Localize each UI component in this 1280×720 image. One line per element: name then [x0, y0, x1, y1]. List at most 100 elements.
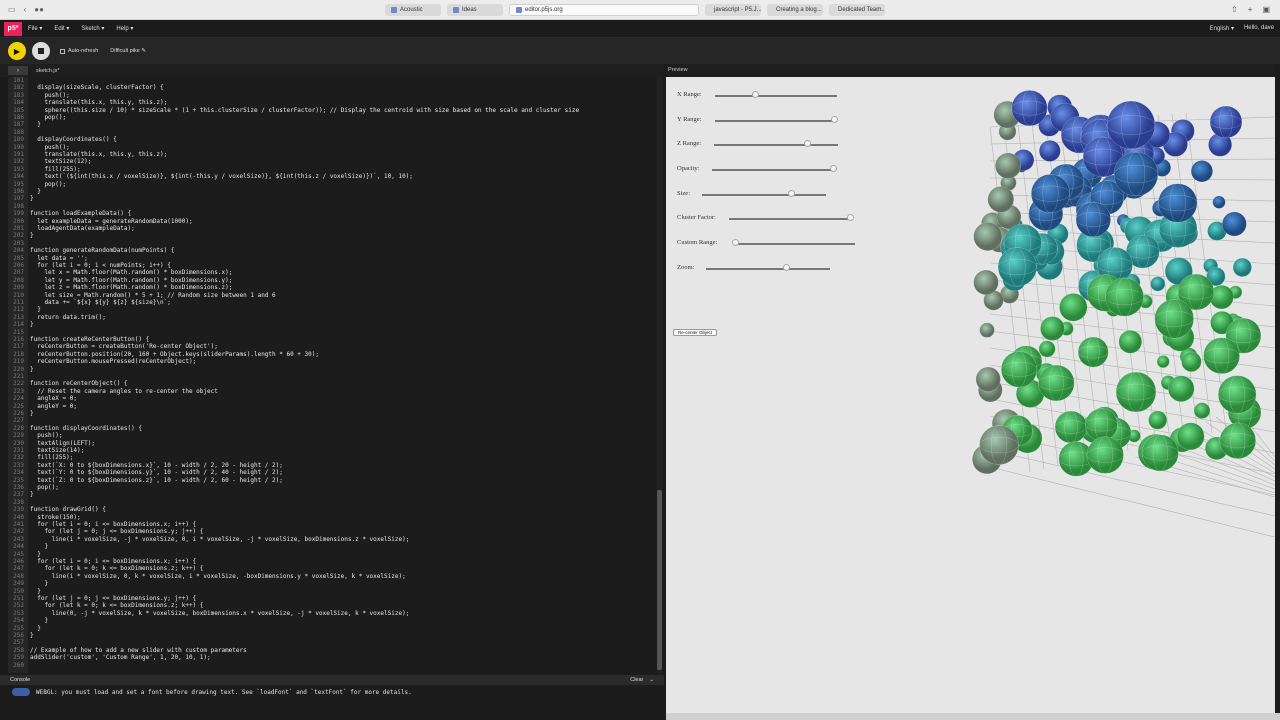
- code-line[interactable]: 208 let y = Math.floor(Math.random() * b…: [8, 277, 656, 284]
- code-line[interactable]: 211 data += `${x} ${y} ${z} ${size}\n`;: [8, 299, 656, 306]
- code-line[interactable]: 221: [8, 373, 656, 380]
- collapse-sidebar-button[interactable]: ›: [8, 66, 28, 75]
- stop-button[interactable]: [32, 42, 50, 60]
- console-clear-button[interactable]: Clear: [630, 677, 643, 683]
- code-line[interactable]: 244 }: [8, 543, 656, 550]
- code-line[interactable]: 258 // Example of how to add a new slider…: [8, 647, 656, 654]
- slider-thumb[interactable]: [787, 190, 795, 197]
- editor-scrollbar-thumb[interactable]: [657, 490, 662, 670]
- slider-track[interactable]: [714, 144, 838, 146]
- code-line[interactable]: 186 pop();: [8, 114, 656, 121]
- code-line[interactable]: 246 for (let i = 0; i <= boxDimensions.x…: [8, 558, 656, 565]
- code-line[interactable]: 213 return data.trim();: [8, 314, 656, 321]
- code-line[interactable]: 232 fill(255);: [8, 454, 656, 461]
- play-button[interactable]: ▶: [8, 42, 26, 60]
- code-line[interactable]: 192 textSize(12);: [8, 158, 656, 165]
- code-line[interactable]: 200 let exampleData = generateRandomData…: [8, 218, 656, 225]
- code-line[interactable]: 241 for (let i = 0; i <= boxDimensions.x…: [8, 521, 656, 528]
- file-tab-sketch[interactable]: sketch.js*: [36, 68, 60, 74]
- code-line[interactable]: 220}: [8, 366, 656, 373]
- language-select[interactable]: English ▾: [1210, 25, 1234, 32]
- auto-refresh-checkbox[interactable]: [60, 48, 65, 54]
- slider-thumb[interactable]: [731, 239, 739, 246]
- code-line[interactable]: 189 displayCoordinates() {: [8, 136, 656, 143]
- code-line[interactable]: 227: [8, 417, 656, 424]
- code-line[interactable]: 229 push();: [8, 432, 656, 439]
- code-line[interactable]: 260: [8, 662, 656, 669]
- code-line[interactable]: 194 text(`(${int(this.x / voxelSize)}, $…: [8, 173, 656, 180]
- code-line[interactable]: 216 function createReCenterButton() {: [8, 336, 656, 343]
- code-line[interactable]: 218 reCenterButton.position(20, 160 + Ob…: [8, 351, 656, 358]
- code-line[interactable]: 182 display(sizeScale, clusterFactor) {: [8, 84, 656, 91]
- slider-thumb[interactable]: [847, 214, 855, 221]
- code-line[interactable]: 201 loadAgentData(exampleData);: [8, 225, 656, 232]
- code-line[interactable]: 249 }: [8, 580, 656, 587]
- code-line[interactable]: 210 let size = Math.random() * 5 + 1; //…: [8, 292, 656, 299]
- code-line[interactable]: 209 let z = Math.floor(Math.random() * b…: [8, 284, 656, 291]
- browser-tab[interactable]: Acoustic: [385, 3, 441, 16]
- sidebar-icon[interactable]: ▭: [8, 5, 16, 14]
- code-line[interactable]: 230 textAlign(LEFT);: [8, 440, 656, 447]
- code-line[interactable]: 183 push();: [8, 92, 656, 99]
- code-line[interactable]: 217 reCenterButton = createButton('Re-ce…: [8, 343, 656, 350]
- tab-overview-icon[interactable]: ●●: [34, 5, 44, 14]
- code-line[interactable]: 212 }: [8, 306, 656, 313]
- tabs-icon[interactable]: ▣: [1262, 5, 1270, 14]
- browser-tab[interactable]: javascript - P5.J...: [705, 3, 761, 16]
- code-line[interactable]: 199 function loadExampleData() {: [8, 210, 656, 217]
- code-line[interactable]: 234 text(`Y: 0 to ${boxDimensions.y}`, 1…: [8, 469, 656, 476]
- code-line[interactable]: 251 for (let j = 0; j <= boxDimensions.y…: [8, 595, 656, 602]
- menu-sketch[interactable]: Sketch ▾: [81, 25, 104, 32]
- slider-track[interactable]: [715, 95, 837, 97]
- recenter-object-button[interactable]: Re-center Object: [673, 329, 717, 336]
- code-line[interactable]: 247 for (let k = 0; k <= boxDimensions.z…: [8, 565, 656, 572]
- code-line[interactable]: 225 angleY = 0;: [8, 403, 656, 410]
- code-line[interactable]: 231 textSize(14);: [8, 447, 656, 454]
- code-line[interactable]: 197}: [8, 195, 656, 202]
- code-line[interactable]: 207 let x = Math.floor(Math.random() * b…: [8, 269, 656, 276]
- chevron-down-icon[interactable]: ⌄: [649, 677, 654, 683]
- code-line[interactable]: 196 }: [8, 188, 656, 195]
- code-line[interactable]: 215: [8, 329, 656, 336]
- code-line[interactable]: 181: [8, 77, 656, 84]
- slider-track[interactable]: [729, 218, 853, 220]
- menu-file[interactable]: File ▾: [28, 25, 42, 32]
- code-line[interactable]: 255 }: [8, 625, 656, 632]
- code-line[interactable]: 187 }: [8, 121, 656, 128]
- code-line[interactable]: 191 translate(this.x, this.y, this.z);: [8, 151, 656, 158]
- code-line[interactable]: 219 reCenterButton.mousePressed(reCenter…: [8, 358, 656, 365]
- p5-logo[interactable]: p5*: [4, 21, 22, 36]
- code-line[interactable]: 245 }: [8, 551, 656, 558]
- code-line[interactable]: 224 angleX = 0;: [8, 395, 656, 402]
- code-line[interactable]: 243 line(i * voxelSize, -j * voxelSize, …: [8, 536, 656, 543]
- code-line[interactable]: 228 function displayCoordinates() {: [8, 425, 656, 432]
- code-line[interactable]: 195 pop();: [8, 181, 656, 188]
- code-line[interactable]: 238: [8, 499, 656, 506]
- new-tab-icon[interactable]: +: [1248, 5, 1253, 14]
- code-line[interactable]: 184 translate(this.x, this.y, this.z);: [8, 99, 656, 106]
- code-line[interactable]: 222 function reCenterObject() {: [8, 380, 656, 387]
- code-line[interactable]: 190 push();: [8, 144, 656, 151]
- code-line[interactable]: 205 let data = '';: [8, 255, 656, 262]
- code-line[interactable]: 206 for (let i = 0; i < numPoints; i++) …: [8, 262, 656, 269]
- code-line[interactable]: 223 // Reset the camera angles to re-cen…: [8, 388, 656, 395]
- code-line[interactable]: 193 fill(255);: [8, 166, 656, 173]
- code-line[interactable]: 252 for (let k = 0; k <= boxDimensions.z…: [8, 602, 656, 609]
- browser-tab[interactable]: Creating a blog...: [767, 3, 823, 16]
- user-menu[interactable]: Hello, dave: [1244, 25, 1274, 32]
- back-icon[interactable]: ‹: [24, 5, 27, 14]
- code-line[interactable]: 198: [8, 203, 656, 210]
- code-line[interactable]: 237}: [8, 491, 656, 498]
- code-line[interactable]: 256}: [8, 632, 656, 639]
- slider-track[interactable]: [733, 243, 855, 245]
- menu-help[interactable]: Help ▾: [116, 25, 133, 32]
- slider-thumb[interactable]: [751, 91, 759, 98]
- code-line[interactable]: 236 pop();: [8, 484, 656, 491]
- code-editor[interactable]: 181 182 display(sizeScale, clusterFactor)…: [8, 77, 656, 673]
- code-line[interactable]: 226}: [8, 410, 656, 417]
- code-line[interactable]: 233 text(`X: 0 to ${boxDimensions.x}`, 1…: [8, 462, 656, 469]
- browser-tab[interactable]: editor.p5js.org: [509, 3, 699, 16]
- code-line[interactable]: 254 }: [8, 617, 656, 624]
- share-icon[interactable]: ⇧: [1231, 5, 1238, 14]
- code-line[interactable]: 203: [8, 240, 656, 247]
